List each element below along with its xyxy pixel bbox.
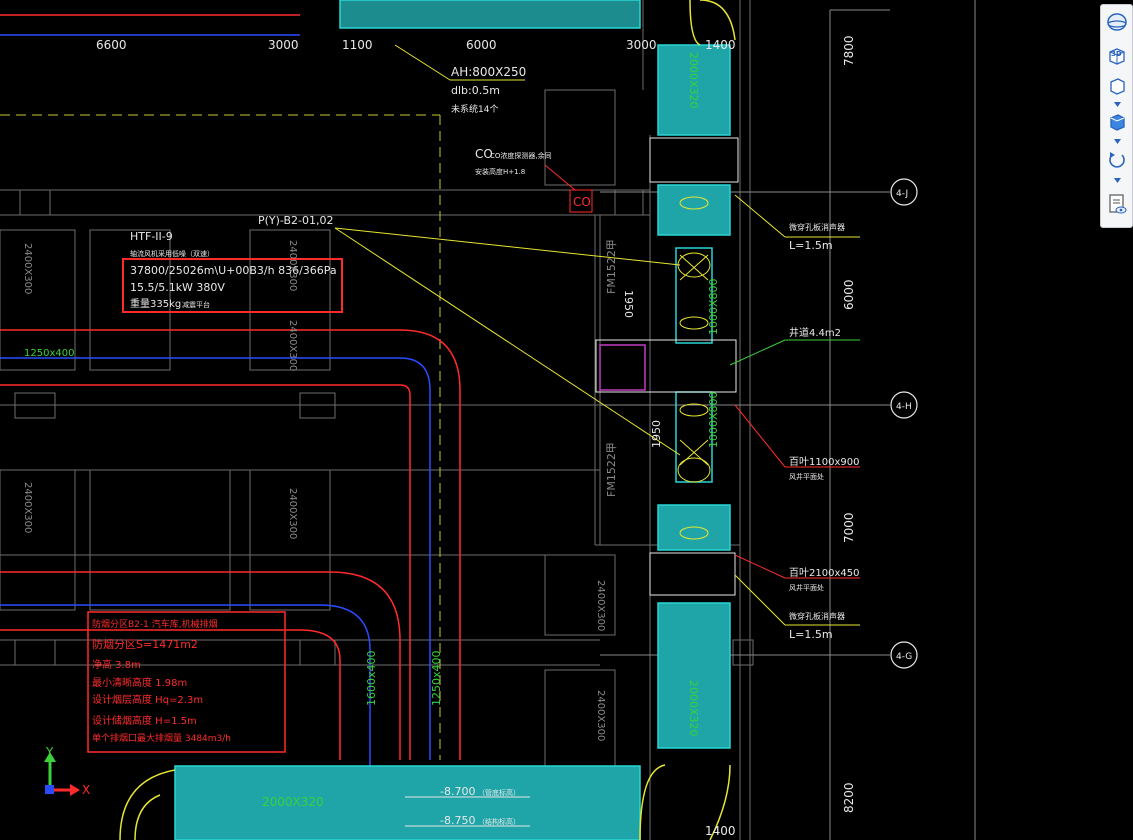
duct-ah-label: AH:800X250 — [451, 65, 526, 79]
ucs-x-label: X — [82, 783, 90, 797]
axis-lines — [600, 0, 976, 840]
chevron-down-icon[interactable] — [1113, 101, 1122, 108]
ah-note: 未系统14个 — [451, 103, 498, 115]
dlb-label: dlb:0.5m — [451, 84, 500, 97]
dim-right-3: 7000 — [842, 512, 856, 543]
louver-1-note: 风井平面处 — [789, 472, 824, 481]
fire-door-2: FM1522甲 — [605, 442, 618, 497]
level-1: -8.700 — [440, 785, 475, 798]
level-2-note: （结构标高） — [478, 817, 520, 826]
grid-bubbles — [890, 178, 918, 669]
rotate-icon — [1109, 152, 1125, 168]
ucs-y-label: Y — [45, 745, 54, 759]
grid-bubble-4h: 4-H — [896, 402, 912, 412]
view-solid-button[interactable] — [1105, 111, 1129, 133]
fire-door-1: FM1522甲 — [605, 239, 618, 294]
duct-2400-1: 2400X300 — [22, 243, 33, 294]
cad-drawing-canvas[interactable]: 6600 3000 1100 6000 3000 1400 1400 7800 … — [0, 0, 1133, 840]
box-outline-icon — [1110, 78, 1125, 95]
blue-ducts — [0, 34, 431, 830]
fan-spec-1: 37800/25026m\U+00B3/h 836/366Pa — [130, 264, 337, 277]
dim-top-2: 3000 — [268, 38, 299, 52]
structural-grid — [0, 0, 754, 840]
duct-2400-6: 2400X300 — [595, 580, 606, 631]
smoke-note-1: 防烟分区B2-1 汽车库,机械排烟 — [92, 618, 218, 630]
view-box-button[interactable] — [1105, 75, 1129, 97]
dim-right-1: 7800 — [842, 35, 856, 66]
fan-spec-3b: 减震平台 — [182, 300, 210, 309]
louver-1-size: 百叶1100x900 — [789, 456, 859, 468]
dim-top-3: 1100 — [342, 38, 373, 52]
dim-right-4: 8200 — [842, 782, 856, 813]
duct-2000-bottom: 2000X320 — [262, 795, 324, 809]
silencer-1-length: L=1.5m — [789, 239, 833, 252]
duct-2400-3: 2400X300 — [22, 482, 33, 533]
co-detector-box: CO — [573, 195, 591, 209]
duct-2000-top: 2000X320 — [687, 52, 700, 109]
orbit-sphere-button[interactable] — [1105, 11, 1129, 33]
view-3d-label: 3D — [1111, 50, 1122, 58]
fan-sub: 轴流风机采用低噪（双速） — [130, 249, 214, 258]
louver-2-size: 百叶2100x450 — [789, 567, 859, 579]
dim-right-2: 6000 — [842, 279, 856, 310]
solid-cube-icon — [1110, 114, 1125, 131]
louver-2-note: 风井平面处 — [789, 583, 824, 592]
co-note-1: CO浓度探测器,余同 — [490, 151, 552, 160]
smoke-note-5: 设计烟层高度 Hq=2.3m — [92, 693, 203, 706]
duct-2400-7: 2400X300 — [595, 690, 606, 741]
shaft-outline — [599, 344, 646, 391]
duct-1000-a: 1000X800 — [707, 278, 720, 335]
dim-top-4: 6000 — [466, 38, 497, 52]
level-2: -8.750 — [440, 814, 475, 827]
duct-2400-2: 2400X300 — [287, 240, 298, 291]
silencer-1-label: 微穿孔板消声器 — [789, 222, 845, 232]
grid-bubble-4g: 4-G — [896, 652, 912, 662]
silencer-2-label: 微穿孔板消声器 — [789, 611, 845, 621]
shaft-area: 井道4.4m2 — [789, 326, 841, 339]
duct-2000-right: 2000X320 — [687, 680, 700, 737]
fan-spec-3: 重量335kg — [130, 297, 181, 310]
dim-top-6: 1400 — [705, 38, 736, 52]
chevron-down-icon[interactable] — [1113, 177, 1122, 184]
fan-tag: P(Y)-B2-01,02 — [258, 214, 334, 227]
grid-bubble-4j: 4-J — [896, 189, 908, 199]
chevron-down-icon[interactable] — [1113, 138, 1122, 145]
rotate-view-button[interactable] — [1105, 149, 1129, 171]
properties-view-button[interactable] — [1105, 193, 1129, 215]
view-toolbar: 3D — [1100, 4, 1133, 228]
duct-vertical-2: 1250x400 — [430, 650, 443, 706]
duct-1000-b: 1000X800 — [707, 391, 720, 448]
yellow-arcs — [119, 0, 736, 840]
level-1-note: （管底标高） — [478, 788, 520, 797]
fan-model: HTF-II-9 — [130, 230, 173, 243]
duct-left-label: 1250x400 — [24, 348, 74, 359]
duct-2400-5: 2400X300 — [287, 320, 298, 371]
red-leaders — [122, 164, 860, 579]
document-eye-icon — [1109, 194, 1127, 214]
dim-1950-a: 1950 — [622, 290, 635, 318]
smoke-note-7: 单个排烟口最大排烟量 3484m3/h — [92, 732, 231, 744]
smoke-note-4: 最小清晰高度 1.98m — [92, 676, 187, 689]
duct-vertical-1: 1600x400 — [365, 650, 378, 706]
dim-top-1: 6600 — [96, 38, 127, 52]
leader-lines — [334, 44, 860, 626]
view-3d-button[interactable]: 3D — [1105, 45, 1129, 67]
cyan-ducts — [174, 0, 731, 840]
duct-2400-4: 2400X300 — [287, 488, 298, 539]
smoke-note-6: 设计储烟高度 H=1.5m — [92, 714, 197, 727]
dim-top-5: 3000 — [626, 38, 657, 52]
fan-spec-2: 15.5/5.1kW 380V — [130, 281, 225, 294]
dim-bottom: 1400 — [705, 824, 736, 838]
red-ducts — [0, 14, 461, 760]
smoke-note-2: 防烟分区S=1471m2 — [92, 637, 198, 651]
dim-1950-b: 1950 — [650, 420, 663, 448]
co-note-2: 安装高度H+1.8 — [475, 167, 525, 176]
sphere-icon — [1107, 13, 1127, 31]
silencer-2-length: L=1.5m — [789, 628, 833, 641]
smoke-note-3: 净高 3.8m — [92, 658, 141, 671]
